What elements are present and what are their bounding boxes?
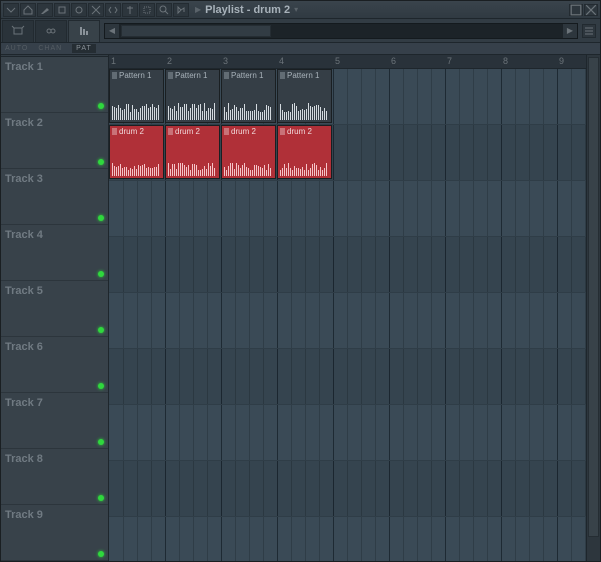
drum-clip[interactable]: drum 2	[165, 125, 220, 179]
track-led[interactable]	[98, 383, 104, 389]
pattern-clip[interactable]: Pattern 1	[221, 69, 276, 123]
ruler-tick: 7	[447, 56, 452, 66]
slice-tool-icon[interactable]	[122, 3, 138, 17]
track-name: Track 8	[5, 453, 108, 465]
clip-label: Pattern 1	[287, 71, 319, 80]
track-name: Track 2	[5, 117, 108, 129]
track-header[interactable]: Track 8	[1, 449, 108, 505]
scroll-left-button[interactable]: ◀	[105, 24, 119, 38]
scroll-right-button[interactable]: ▶	[563, 24, 577, 38]
track-name: Track 7	[5, 397, 108, 409]
track-led[interactable]	[98, 495, 104, 501]
playlist-window: ▶ Playlist - drum 2 ▾ ◀ ▶ AUTO CHAN PAT …	[0, 0, 601, 562]
pattern-clip[interactable]: Pattern 1	[109, 69, 164, 123]
clip-label: drum 2	[287, 127, 312, 136]
track-name: Track 6	[5, 341, 108, 353]
secondary-toolbar: ◀ ▶	[1, 19, 600, 43]
ruler-tick: 3	[223, 56, 228, 66]
grid[interactable]: Pattern 1 Pattern 1 Pattern 1 Pattern 1 drum…	[109, 69, 586, 561]
track-header[interactable]: Track 5	[1, 281, 108, 337]
clip-label: Pattern 1	[231, 71, 263, 80]
track-header[interactable]: Track 6	[1, 337, 108, 393]
track-name: Track 3	[5, 173, 108, 185]
track-led[interactable]	[98, 551, 104, 557]
clip-label: Pattern 1	[119, 71, 151, 80]
scroll-thumb[interactable]	[121, 25, 271, 37]
track-header[interactable]: Track 2	[1, 113, 108, 169]
ruler-tick: 2	[167, 56, 172, 66]
link-tab[interactable]	[35, 20, 67, 42]
track-header[interactable]: Track 1	[1, 57, 108, 113]
track-name: Track 1	[5, 61, 108, 73]
delete-tool-icon[interactable]	[71, 3, 87, 17]
ruler-tick: 6	[391, 56, 396, 66]
main-area: Track 1 Track 2 Track 3 Track 4 Track 5 Track…	[1, 55, 600, 561]
options-menu-button[interactable]	[582, 24, 596, 38]
ruler-tick: 1	[111, 56, 116, 66]
track-header[interactable]: Track 9	[1, 505, 108, 561]
snap-tab[interactable]	[2, 20, 34, 42]
track-header[interactable]: Track 7	[1, 393, 108, 449]
track-led[interactable]	[98, 439, 104, 445]
home-icon[interactable]	[20, 3, 36, 17]
track-name: Track 9	[5, 509, 108, 521]
ruler-tick: 8	[503, 56, 508, 66]
mode-pat[interactable]: PAT	[72, 44, 96, 53]
clip-label: drum 2	[175, 127, 200, 136]
drum-clip[interactable]: drum 2	[277, 125, 332, 179]
title-expand-icon: ▶	[195, 5, 201, 14]
track-led[interactable]	[98, 159, 104, 165]
view-tab[interactable]	[68, 20, 100, 42]
clip-label: drum 2	[119, 127, 144, 136]
paint-tool-icon[interactable]	[54, 3, 70, 17]
window-controls	[569, 4, 600, 16]
track-name: Track 5	[5, 285, 108, 297]
mode-tabs: AUTO CHAN PAT	[1, 43, 600, 55]
track-led[interactable]	[98, 327, 104, 333]
vertical-scrollbar[interactable]	[586, 55, 600, 561]
mode-chan[interactable]: CHAN	[38, 45, 62, 52]
toolbar-icons	[1, 3, 189, 17]
window-title: Playlist - drum 2	[205, 4, 290, 16]
drum-clip[interactable]: drum 2	[221, 125, 276, 179]
drum-clip[interactable]: drum 2	[109, 125, 164, 179]
mute-tool-icon[interactable]	[88, 3, 104, 17]
ruler-tick: 9	[559, 56, 564, 66]
maximize-button[interactable]	[569, 4, 583, 16]
pattern-clip[interactable]: Pattern 1	[277, 69, 332, 123]
playback-tool-icon[interactable]	[173, 3, 189, 17]
track-led[interactable]	[98, 215, 104, 221]
zoom-tool-icon[interactable]	[156, 3, 172, 17]
ruler-tick: 5	[335, 56, 340, 66]
titlebar: ▶ Playlist - drum 2 ▾	[1, 1, 600, 19]
pattern-clip[interactable]: Pattern 1	[165, 69, 220, 123]
timeline-grid[interactable]: 123456789 Pattern 1Pattern 1Pattern 1Pat…	[109, 55, 586, 561]
track-led[interactable]	[98, 103, 104, 109]
select-tool-icon[interactable]	[139, 3, 155, 17]
horizontal-scrollbar[interactable]: ◀ ▶	[104, 23, 578, 39]
ruler-tick: 4	[279, 56, 284, 66]
vscroll-thumb[interactable]	[588, 57, 599, 537]
ruler[interactable]: 1 2 3 4 5 6 7 8 9	[109, 55, 586, 69]
close-button[interactable]	[584, 4, 598, 16]
clip-label: drum 2	[231, 127, 256, 136]
title-dropdown-icon: ▾	[294, 5, 298, 14]
mode-auto[interactable]: AUTO	[5, 45, 28, 52]
track-header[interactable]: Track 3	[1, 169, 108, 225]
track-name: Track 4	[5, 229, 108, 241]
track-list: Track 1 Track 2 Track 3 Track 4 Track 5 Track…	[1, 55, 109, 561]
slip-tool-icon[interactable]	[105, 3, 121, 17]
track-led[interactable]	[98, 271, 104, 277]
track-header[interactable]: Track 4	[1, 225, 108, 281]
title-area[interactable]: ▶ Playlist - drum 2 ▾	[189, 4, 569, 16]
menu-dropdown-icon[interactable]	[3, 3, 19, 17]
draw-tool-icon[interactable]	[37, 3, 53, 17]
clip-label: Pattern 1	[175, 71, 207, 80]
